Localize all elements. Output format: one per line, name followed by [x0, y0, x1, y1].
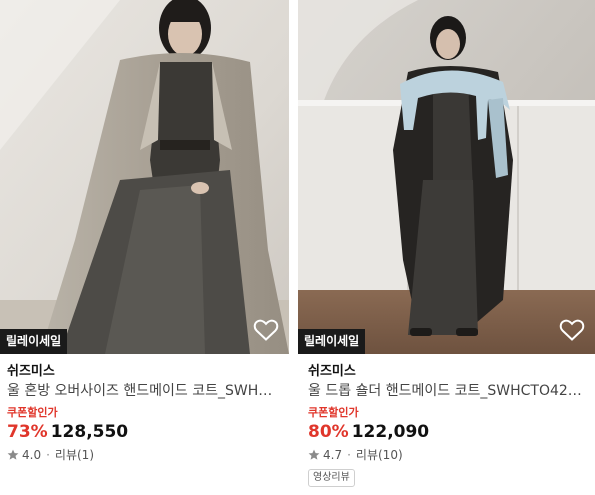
review-count[interactable]: 리뷰(1) — [55, 447, 94, 463]
product-info: 쉬즈미스 울 드롭 숄더 핸드메이드 코트_SWHCTO4208 쿠폰할인가 8… — [298, 354, 595, 487]
product-card[interactable]: 릴레이세일 쉬즈미스 울 혼방 오버사이즈 핸드메이드 코트_SWHCTO420… — [0, 0, 289, 495]
sale-price: 122,090 — [351, 422, 430, 442]
relay-sale-badge: 릴레이세일 — [0, 329, 68, 354]
price-line: 73% 128,550 — [7, 421, 289, 443]
coat-model-photo — [0, 0, 289, 354]
discount-rate: 80% — [308, 422, 349, 442]
product-image[interactable]: 릴레이세일 — [0, 0, 289, 354]
price-line: 80% 122,090 — [308, 421, 595, 443]
relay-sale-badge: 릴레이세일 — [298, 329, 366, 354]
brand-name[interactable]: 쉬즈미스 — [308, 363, 595, 381]
star-icon — [7, 449, 19, 460]
product-title[interactable]: 울 혼방 오버사이즈 핸드메이드 코트_SWHCTO4207 — [7, 381, 282, 402]
rating-value: 4.7 — [323, 448, 343, 462]
product-card[interactable]: 릴레이세일 쉬즈미스 울 드롭 숄더 핸드메이드 코트_SWHCTO4208 쿠… — [298, 0, 595, 495]
video-review-tag: 영상리뷰 — [308, 469, 355, 487]
coupon-price-label: 쿠폰할인가 — [308, 406, 359, 419]
coupon-price-label: 쿠폰할인가 — [7, 406, 58, 419]
heart-outline-icon[interactable] — [559, 318, 585, 342]
brand-name[interactable]: 쉬즈미스 — [7, 363, 289, 381]
rating-row: 4.7 · 리뷰(10) — [308, 447, 595, 463]
review-count[interactable]: 리뷰(10) — [356, 447, 403, 463]
rating-row: 4.0 · 리뷰(1) — [7, 447, 289, 463]
discount-rate: 73% — [7, 422, 48, 442]
heart-outline-icon[interactable] — [253, 318, 279, 342]
product-grid: 릴레이세일 쉬즈미스 울 혼방 오버사이즈 핸드메이드 코트_SWHCTO420… — [0, 0, 595, 495]
rating-value: 4.0 — [22, 448, 42, 462]
star-icon — [308, 449, 320, 460]
product-title[interactable]: 울 드롭 숄더 핸드메이드 코트_SWHCTO4208 — [308, 381, 583, 402]
product-info: 쉬즈미스 울 혼방 오버사이즈 핸드메이드 코트_SWHCTO4207 쿠폰할인… — [0, 354, 289, 463]
separator-dot: · — [46, 448, 50, 462]
product-image[interactable]: 릴레이세일 — [298, 0, 595, 354]
sale-price: 128,550 — [50, 422, 129, 442]
separator-dot: · — [347, 448, 351, 462]
coat-model-photo — [298, 0, 595, 354]
